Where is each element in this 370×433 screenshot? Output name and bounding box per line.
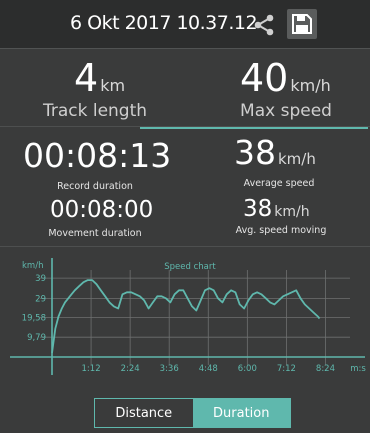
track-length-label: Track length	[42, 101, 148, 121]
x-tick-label: 3:36	[160, 364, 179, 374]
save-icon[interactable]	[287, 9, 317, 39]
tab-duration[interactable]: Duration	[192, 399, 290, 427]
y-tick-label: 39	[35, 274, 46, 284]
chart-title: Speed chart	[164, 262, 216, 272]
track-title: 6 Okt 2017 10.37.12	[70, 12, 258, 34]
stats-accent-line	[140, 127, 368, 129]
avg-speed-moving-value: 38 km/h	[243, 196, 310, 222]
record-duration-value: 00:08:13	[23, 136, 172, 175]
x-tick-label: 8:24	[316, 364, 335, 374]
x-tick-label: 1:12	[82, 364, 101, 374]
share-icon[interactable]	[252, 13, 276, 37]
y-tick-label: 9,79	[27, 333, 46, 343]
chart-divider	[0, 246, 370, 247]
avg-speed-moving-label: Avg. speed moving	[235, 225, 327, 236]
x-tick-label: 7:12	[277, 364, 296, 374]
record-duration-label: Record duration	[57, 181, 133, 192]
y-tick-label: 19,58	[22, 313, 46, 323]
max-speed-label: Max speed	[240, 101, 332, 121]
speed-chart: 39 29 19,58 9,79 1:12 2:24 3:36 4:48 6:00 7:12 8:2…	[10, 258, 366, 375]
average-speed-unit: km/h	[278, 150, 316, 168]
max-speed-value: 40 km/h	[240, 56, 331, 100]
header-bar: 6 Okt 2017 10.37.12	[0, 0, 370, 48]
y-axis-label: km/h	[22, 261, 43, 271]
x-tick-label: 2:24	[121, 364, 140, 374]
header-divider	[0, 48, 370, 49]
max-speed-unit: km/h	[290, 76, 331, 95]
x-axis-label: m:s	[350, 364, 366, 374]
track-length-unit: km	[100, 76, 126, 95]
x-tick-label: 6:00	[238, 364, 257, 374]
track-length-value: 4 km	[74, 56, 126, 100]
movement-duration-label: Movement duration	[48, 228, 142, 239]
movement-duration-value: 00:08:00	[50, 197, 154, 223]
avg-speed-moving-unit: km/h	[274, 204, 310, 220]
speed-series-line	[51, 279, 321, 354]
tab-distance[interactable]: Distance	[95, 399, 193, 427]
average-speed-label: Average speed	[243, 178, 315, 189]
x-tick-label: 4:48	[199, 364, 218, 374]
average-speed-value: 38 km/h	[234, 133, 316, 172]
y-tick-label: 29	[35, 294, 46, 304]
axis-mode-tabs: Distance Duration	[94, 398, 291, 428]
